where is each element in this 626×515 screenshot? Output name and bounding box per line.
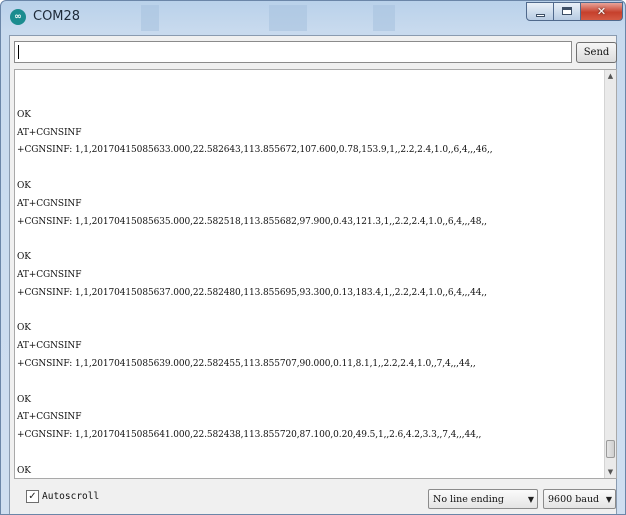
output-line: +CGNSINF: 1,1,20170415085637.000,22.5824…	[17, 287, 487, 298]
output-line: OK	[17, 323, 31, 334]
output-line: OK	[17, 252, 31, 263]
title-bar-decoration	[269, 5, 307, 31]
output-line: +CGNSINF: 1,1,20170415085639.000,22.5824…	[17, 358, 476, 369]
chevron-down-icon: ▼	[605, 495, 612, 504]
serial-monitor-body: Send OK AT+CGNSINF +CGNSINF: 1,1,201704150…	[9, 35, 617, 514]
title-bar-decoration	[141, 5, 159, 31]
output-line	[17, 445, 592, 463]
title-bar-decoration	[373, 5, 395, 31]
bottom-bar: ✓ Autoscroll No line ending ▼ 9600 baud …	[10, 482, 616, 512]
output-lines: OK AT+CGNSINF +CGNSINF: 1,1,20170415085633…	[17, 89, 592, 478]
baud-rate-value: 9600 baud	[548, 494, 600, 505]
output-line: OK	[17, 180, 31, 191]
close-icon: ✕	[596, 5, 607, 18]
serial-monitor-window: ∞ COM28 ✕ Send OK AT+CGNSINF +CGNSINF: 1,1…	[0, 0, 626, 515]
output-line	[17, 89, 592, 107]
output-line: OK	[17, 465, 31, 476]
scroll-down-icon[interactable]: ▼	[605, 466, 616, 478]
maximize-button[interactable]	[554, 2, 581, 21]
line-ending-value: No line ending	[433, 494, 504, 505]
vertical-scrollbar[interactable]: ▲ ▼	[604, 70, 616, 478]
baud-rate-select[interactable]: 9600 baud ▼	[543, 489, 616, 509]
scroll-thumb[interactable]	[606, 440, 615, 458]
output-line: AT+CGNSINF	[17, 127, 82, 138]
autoscroll-checkbox[interactable]: ✓	[26, 490, 39, 503]
output-line: AT+CGNSINF	[17, 341, 82, 352]
output-line: OK	[17, 109, 31, 120]
output-line: AT+CGNSINF	[17, 269, 82, 280]
arduino-icon[interactable]: ∞	[10, 9, 26, 25]
send-button[interactable]: Send	[576, 42, 617, 63]
output-line: AT+CGNSINF	[17, 198, 82, 209]
output-line	[17, 303, 592, 321]
text-caret	[18, 45, 19, 59]
send-input[interactable]	[14, 41, 572, 63]
output-line: OK	[17, 394, 31, 405]
close-button[interactable]: ✕	[581, 2, 623, 21]
title-bar[interactable]: ∞ COM28 ✕	[1, 1, 625, 35]
line-ending-select[interactable]: No line ending ▼	[428, 489, 538, 509]
minimize-button[interactable]	[526, 2, 554, 21]
maximize-icon	[562, 7, 572, 15]
autoscroll-label: Autoscroll	[42, 491, 100, 502]
window-title: COM28	[33, 9, 81, 24]
serial-output[interactable]: OK AT+CGNSINF +CGNSINF: 1,1,20170415085633…	[14, 69, 617, 479]
output-line: AT+CGNSINF	[17, 412, 82, 423]
scroll-up-icon[interactable]: ▲	[605, 70, 616, 82]
output-line: +CGNSINF: 1,1,20170415085635.000,22.5825…	[17, 216, 487, 227]
output-line: +CGNSINF: 1,1,20170415085633.000,22.5826…	[17, 145, 493, 156]
output-line	[17, 374, 592, 392]
output-line	[17, 160, 592, 178]
minimize-icon	[536, 14, 545, 17]
output-line: +CGNSINF: 1,1,20170415085641.000,22.5824…	[17, 430, 482, 441]
chevron-down-icon: ▼	[527, 495, 534, 504]
output-line	[17, 231, 592, 249]
